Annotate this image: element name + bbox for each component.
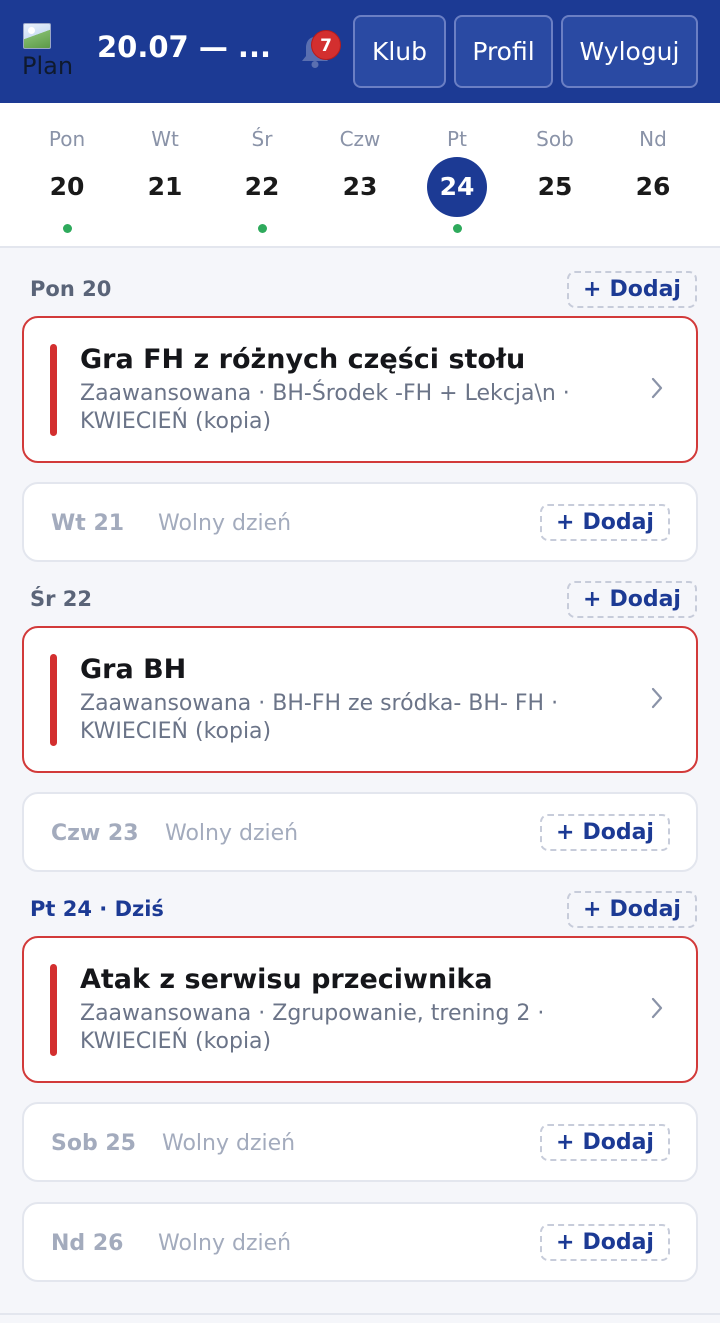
add-training-button[interactable]: + Dodaj bbox=[567, 891, 697, 928]
free-day-label: Nd 26 bbox=[51, 1231, 124, 1256]
day-date: 22 bbox=[244, 172, 280, 201]
training-meta: Zaawansowana · BH-FH ze sródka- BH- FH ·… bbox=[80, 691, 559, 744]
free-day-label: Wt 21 bbox=[51, 511, 125, 536]
chevron-right-icon bbox=[651, 997, 663, 1019]
day-picker-thu[interactable]: Czw 23 bbox=[311, 103, 409, 248]
training-indicator-dot bbox=[63, 224, 72, 233]
day-name: Śr bbox=[251, 127, 273, 151]
logout-button[interactable]: Wyloguj bbox=[561, 15, 698, 88]
bottom-divider bbox=[0, 1313, 720, 1315]
day-date: 20 bbox=[49, 172, 85, 201]
day-picker-sat[interactable]: Sob 25 bbox=[506, 103, 604, 248]
day-section-label: Śr 22 bbox=[30, 587, 93, 611]
day-section-label-today: Pt 24 · Dziś bbox=[30, 897, 164, 921]
add-label: Dodaj bbox=[609, 277, 681, 302]
chevron-right-icon bbox=[651, 687, 663, 709]
day-name: Sob bbox=[536, 127, 574, 151]
add-training-button[interactable]: + Dodaj bbox=[540, 1124, 670, 1161]
training-indicator-dot bbox=[453, 224, 462, 233]
free-day-label: Czw 23 bbox=[51, 821, 139, 846]
training-card[interactable]: Gra BH Zaawansowana · BH-FH ze sródka- B… bbox=[22, 626, 698, 773]
day-date-selected: 24 bbox=[427, 157, 487, 217]
chevron-right-icon bbox=[651, 377, 663, 399]
app-logo[interactable]: Plan bbox=[22, 22, 84, 82]
free-day-status: Wolny dzień bbox=[162, 1131, 296, 1156]
training-title: Gra FH z różnych części stołu bbox=[80, 344, 526, 375]
add-training-button[interactable]: + Dodaj bbox=[540, 504, 670, 541]
free-day-row: Wt 21 Wolny dzień + Dodaj bbox=[22, 482, 698, 562]
free-day-status: Wolny dzień bbox=[158, 511, 292, 536]
day-name: Nd bbox=[639, 127, 667, 151]
broken-image-icon bbox=[23, 23, 51, 49]
logo-alt-text: Plan bbox=[22, 52, 74, 80]
day-picker-sun[interactable]: Nd 26 bbox=[604, 103, 702, 248]
day-date: 21 bbox=[147, 172, 183, 201]
notifications-button[interactable]: 7 bbox=[300, 30, 341, 72]
day-picker-tue[interactable]: Wt 21 bbox=[116, 103, 214, 248]
plus-icon: + bbox=[583, 587, 602, 612]
add-training-button[interactable]: + Dodaj bbox=[540, 814, 670, 851]
day-picker-wed[interactable]: Śr 22 bbox=[213, 103, 311, 248]
plus-icon: + bbox=[583, 897, 602, 922]
training-card[interactable]: Gra FH z różnych części stołu Zaawansowa… bbox=[22, 316, 698, 463]
training-accent-bar bbox=[50, 654, 57, 746]
add-training-button[interactable]: + Dodaj bbox=[567, 271, 697, 308]
day-date: 25 bbox=[537, 172, 573, 201]
day-picker-fri[interactable]: Pt 24 bbox=[408, 103, 506, 248]
day-name: Czw bbox=[339, 127, 381, 151]
free-day-row: Czw 23 Wolny dzień + Dodaj bbox=[22, 792, 698, 872]
free-day-label: Sob 25 bbox=[51, 1131, 136, 1156]
day-name: Pon bbox=[48, 127, 86, 151]
training-accent-bar bbox=[50, 344, 57, 436]
club-button[interactable]: Klub bbox=[353, 15, 446, 88]
training-title: Gra BH bbox=[80, 654, 187, 685]
notification-badge: 7 bbox=[311, 30, 341, 60]
training-meta: Zaawansowana · BH-Środek -FH + Lekcja\n … bbox=[80, 381, 570, 434]
plus-icon: + bbox=[556, 1230, 575, 1255]
day-name: Wt bbox=[151, 127, 179, 151]
training-meta: Zaawansowana · Zgrupowanie, trening 2 · … bbox=[80, 1001, 545, 1054]
app-header: Plan 20.07 — ... 7 Klub Profil Wyloguj bbox=[0, 0, 720, 103]
training-accent-bar bbox=[50, 964, 57, 1056]
day-section-label: Pon 20 bbox=[30, 277, 112, 301]
week-title: 20.07 — ... bbox=[97, 30, 271, 64]
day-picker-mon[interactable]: Pon 20 bbox=[18, 103, 116, 248]
free-day-status: Wolny dzień bbox=[165, 821, 299, 846]
day-name: Pt bbox=[447, 127, 467, 151]
add-training-button[interactable]: + Dodaj bbox=[540, 1224, 670, 1261]
free-day-status: Wolny dzień bbox=[158, 1231, 292, 1256]
add-label: Dodaj bbox=[582, 510, 654, 535]
day-date: 23 bbox=[342, 172, 378, 201]
plus-icon: + bbox=[556, 510, 575, 535]
training-indicator-dot bbox=[258, 224, 267, 233]
profile-button[interactable]: Profil bbox=[454, 15, 553, 88]
day-date: 26 bbox=[635, 172, 671, 201]
add-training-button[interactable]: + Dodaj bbox=[567, 581, 697, 618]
free-day-row: Nd 26 Wolny dzień + Dodaj bbox=[22, 1202, 698, 1282]
add-label: Dodaj bbox=[582, 1230, 654, 1255]
training-title: Atak z serwisu przeciwnika bbox=[80, 964, 493, 995]
add-label: Dodaj bbox=[609, 897, 681, 922]
free-day-row: Sob 25 Wolny dzień + Dodaj bbox=[22, 1102, 698, 1182]
plus-icon: + bbox=[556, 1130, 575, 1155]
add-label: Dodaj bbox=[582, 1130, 654, 1155]
plus-icon: + bbox=[583, 277, 602, 302]
training-card[interactable]: Atak z serwisu przeciwnika Zaawansowana … bbox=[22, 936, 698, 1083]
week-day-strip: Pon 20 Wt 21 Śr 22 Czw 23 Pt 24 Sob 25 N… bbox=[0, 103, 720, 248]
add-label: Dodaj bbox=[582, 820, 654, 845]
add-label: Dodaj bbox=[609, 587, 681, 612]
plus-icon: + bbox=[556, 820, 575, 845]
